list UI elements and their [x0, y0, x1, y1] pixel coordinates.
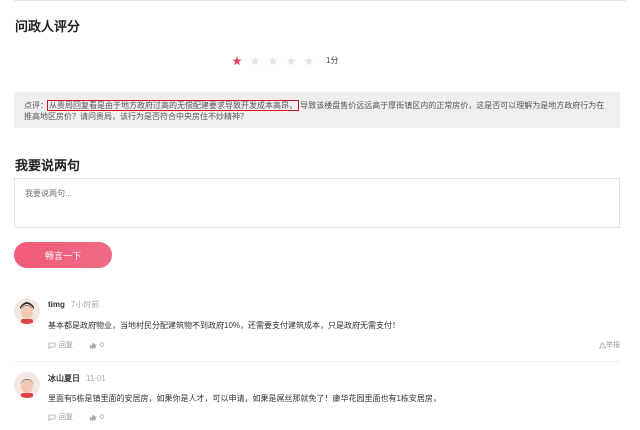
comment-input[interactable]	[14, 178, 620, 228]
compose-section-title: 我要说两句	[15, 158, 81, 173]
reply-button[interactable]: 回复	[48, 412, 81, 422]
comment-user[interactable]: 冰山夏日 11-01	[48, 373, 106, 384]
remark-prefix: 点评：	[24, 101, 48, 110]
avatar-face-icon	[14, 372, 40, 398]
remark-box: 点评：从贵局回复看是由于地方政府过高的无偿配建要求导致开发成本高昂， 导致该楼盘…	[14, 92, 620, 128]
star-icon-empty	[268, 55, 278, 65]
submit-comment-button[interactable]: 畅言一下	[14, 242, 112, 268]
comment-actions: 回复 0	[48, 340, 120, 350]
like-count: 0	[100, 341, 104, 349]
top-divider	[14, 0, 626, 1]
like-button[interactable]: 0	[89, 342, 112, 349]
thumb-up-icon	[90, 342, 96, 348]
star-rating: 1分	[232, 55, 338, 66]
star-icon-empty	[304, 55, 314, 65]
comment-text: 里面有5栋是镇里面的安居房，如果你是人才，可以申请，如果是屌丝那就免了！康华花园…	[48, 394, 441, 403]
star-icon-empty	[286, 55, 296, 65]
rating-section-title: 问政人评分	[15, 19, 81, 34]
comment-actions: 回复 0	[48, 412, 120, 422]
comment-user[interactable]: timg 7小时前	[48, 299, 99, 310]
comment-time: 11-01	[86, 374, 106, 383]
comment-text: 基本都是政府物业，当地村民分配建筑物不到政府10%，还需要支付建筑成本，只是政府…	[48, 321, 401, 330]
report-button[interactable]: 举报	[599, 340, 620, 350]
like-count: 0	[100, 413, 104, 421]
avatar-face-icon	[14, 298, 40, 324]
comment-item: 冰山夏日 11-01 里面有5栋是镇里面的安居房，如果你是人才，可以申请，如果是屌…	[14, 372, 620, 430]
star-icon-filled	[232, 55, 242, 65]
reply-icon	[48, 342, 56, 349]
comment-item: timg 7小时前 基本都是政府物业，当地村民分配建筑物不到政府10%，还需要支付…	[14, 298, 620, 358]
comment-time: 7小时前	[70, 300, 100, 309]
star-icon-empty	[250, 55, 260, 65]
thumb-up-icon	[90, 414, 96, 420]
report-icon	[599, 341, 606, 348]
reply-button[interactable]: 回复	[48, 340, 81, 350]
remark-highlighted-text: 从贵局回复看是由于地方政府过高的无偿配建要求导致开发成本高昂，	[47, 100, 299, 111]
score-label: 1分	[326, 56, 339, 65]
like-button[interactable]: 0	[89, 414, 112, 421]
comment-divider	[14, 361, 620, 362]
avatar[interactable]	[14, 298, 40, 324]
avatar[interactable]	[14, 372, 40, 398]
reply-icon	[48, 414, 56, 421]
